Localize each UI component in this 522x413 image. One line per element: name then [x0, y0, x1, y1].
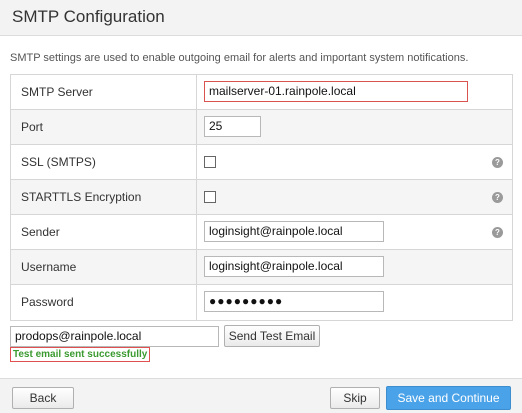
port-row: Port 25 — [11, 110, 512, 145]
test-status-message: Test email sent successfully — [10, 347, 151, 362]
sender-row: Sender loginsight@rainpole.local ? — [11, 215, 512, 250]
send-test-email-button[interactable]: Send Test Email — [224, 325, 320, 347]
smtp-settings-table: SMTP Server mailserver-01.rainpole.local… — [10, 74, 513, 321]
password-label: Password — [11, 285, 197, 320]
page-header: SMTP Configuration — [0, 0, 522, 36]
test-email-input[interactable]: prodops@rainpole.local — [10, 326, 219, 347]
page-description: SMTP settings are used to enable outgoin… — [10, 52, 469, 64]
sender-label: Sender — [11, 215, 197, 249]
smtp-server-row: SMTP Server mailserver-01.rainpole.local — [11, 75, 512, 110]
starttls-help-icon[interactable]: ? — [492, 192, 503, 203]
port-input[interactable]: 25 — [204, 116, 261, 137]
starttls-label: STARTTLS Encryption — [11, 180, 197, 214]
smtp-server-label: SMTP Server — [11, 75, 197, 109]
footer-bar: Back Skip Save and Continue — [0, 378, 522, 413]
ssl-row: SSL (SMTPS) ? — [11, 145, 512, 180]
username-label: Username — [11, 250, 197, 284]
smtp-server-input[interactable]: mailserver-01.rainpole.local — [204, 81, 468, 102]
starttls-row: STARTTLS Encryption ? — [11, 180, 512, 215]
back-button[interactable]: Back — [12, 387, 74, 409]
ssl-checkbox[interactable] — [204, 156, 216, 168]
page-title: SMTP Configuration — [12, 7, 165, 26]
ssl-help-icon[interactable]: ? — [492, 157, 503, 168]
password-row: Password ●●●●●●●●● — [11, 285, 512, 320]
username-row: Username loginsight@rainpole.local — [11, 250, 512, 285]
ssl-label: SSL (SMTPS) — [11, 145, 197, 179]
save-and-continue-button[interactable]: Save and Continue — [386, 386, 511, 410]
port-label: Port — [11, 110, 197, 144]
skip-button[interactable]: Skip — [330, 387, 380, 409]
sender-input[interactable]: loginsight@rainpole.local — [204, 221, 384, 242]
username-input[interactable]: loginsight@rainpole.local — [204, 256, 384, 277]
sender-help-icon[interactable]: ? — [492, 227, 503, 238]
starttls-checkbox[interactable] — [204, 191, 216, 203]
password-input[interactable]: ●●●●●●●●● — [204, 291, 384, 312]
